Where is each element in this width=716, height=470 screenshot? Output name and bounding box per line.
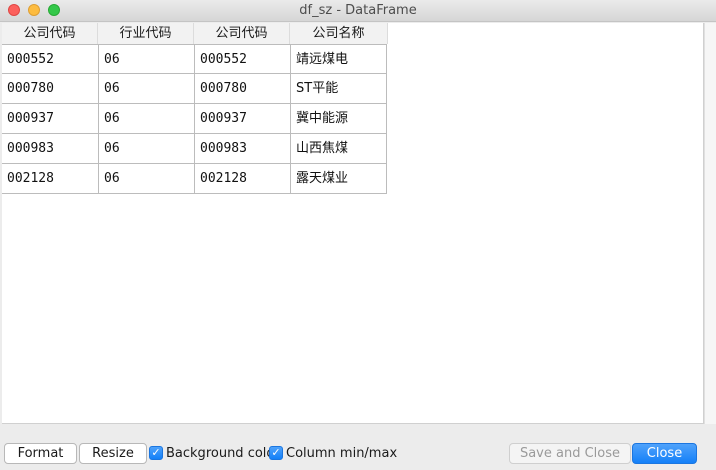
column-header[interactable]: 公司名称 <box>290 23 388 44</box>
resize-button[interactable]: Resize <box>79 443 147 464</box>
checkmark-icon[interactable]: ✓ <box>269 446 283 460</box>
table-cell[interactable]: 06 <box>98 104 194 133</box>
table-body: 000552 06 000552 靖远煤电 000780 06 000780 S… <box>2 44 387 194</box>
background-color-label: Background colo <box>166 445 269 461</box>
table-cell[interactable]: 06 <box>98 74 194 103</box>
table-row: 000552 06 000552 靖远煤电 <box>2 44 387 74</box>
column-header[interactable]: 公司代码 <box>194 23 290 44</box>
table-cell[interactable]: 000937 <box>194 104 290 133</box>
table-cell[interactable]: 06 <box>98 45 194 74</box>
dataframe-window: df_sz - DataFrame 公司代码 行业代码 公司代码 公司名称 00… <box>0 0 716 470</box>
table-cell[interactable]: 000937 <box>2 104 98 133</box>
title-bar: df_sz - DataFrame <box>0 0 716 22</box>
table-cell[interactable]: 冀中能源 <box>290 104 387 133</box>
table-row: 002128 06 002128 露天煤业 <box>2 164 387 194</box>
table-row: 000780 06 000780 ST平能 <box>2 74 387 104</box>
checkmark-icon[interactable]: ✓ <box>149 446 163 460</box>
close-button[interactable]: Close <box>632 443 697 464</box>
table-cell[interactable]: 002128 <box>2 164 98 193</box>
column-minmax-checkbox[interactable]: ✓ Column min/max <box>269 445 397 461</box>
table-cell[interactable]: 000780 <box>2 74 98 103</box>
table-cell[interactable]: 000780 <box>194 74 290 103</box>
table-cell[interactable]: 06 <box>98 164 194 193</box>
table-cell[interactable]: 000983 <box>2 134 98 163</box>
column-header[interactable]: 行业代码 <box>98 23 194 44</box>
table-row: 000983 06 000983 山西焦煤 <box>2 134 387 164</box>
table-cell[interactable]: 000983 <box>194 134 290 163</box>
column-minmax-label: Column min/max <box>286 445 398 461</box>
table-cell[interactable]: 002128 <box>194 164 290 193</box>
table-cell[interactable]: 06 <box>98 134 194 163</box>
window-title: df_sz - DataFrame <box>299 3 417 18</box>
format-button[interactable]: Format <box>4 443 77 464</box>
table-cell[interactable]: 露天煤业 <box>290 164 387 193</box>
background-color-checkbox[interactable]: ✓ Background colo <box>149 445 269 461</box>
table-row: 000937 06 000937 冀中能源 <box>2 104 387 134</box>
save-and-close-button[interactable]: Save and Close <box>509 443 631 464</box>
vertical-scrollbar[interactable] <box>704 23 716 424</box>
table-cell[interactable]: ST平能 <box>290 74 387 103</box>
column-header[interactable]: 公司代码 <box>2 23 98 44</box>
table-cell[interactable]: 靖远煤电 <box>290 45 387 74</box>
dataframe-table[interactable]: 公司代码 行业代码 公司代码 公司名称 000552 06 000552 靖远煤… <box>2 23 704 424</box>
table-cell[interactable]: 000552 <box>2 45 98 74</box>
table-cell[interactable]: 山西焦煤 <box>290 134 387 163</box>
table-cell[interactable]: 000552 <box>194 45 290 74</box>
table-header: 公司代码 行业代码 公司代码 公司名称 <box>2 23 388 44</box>
